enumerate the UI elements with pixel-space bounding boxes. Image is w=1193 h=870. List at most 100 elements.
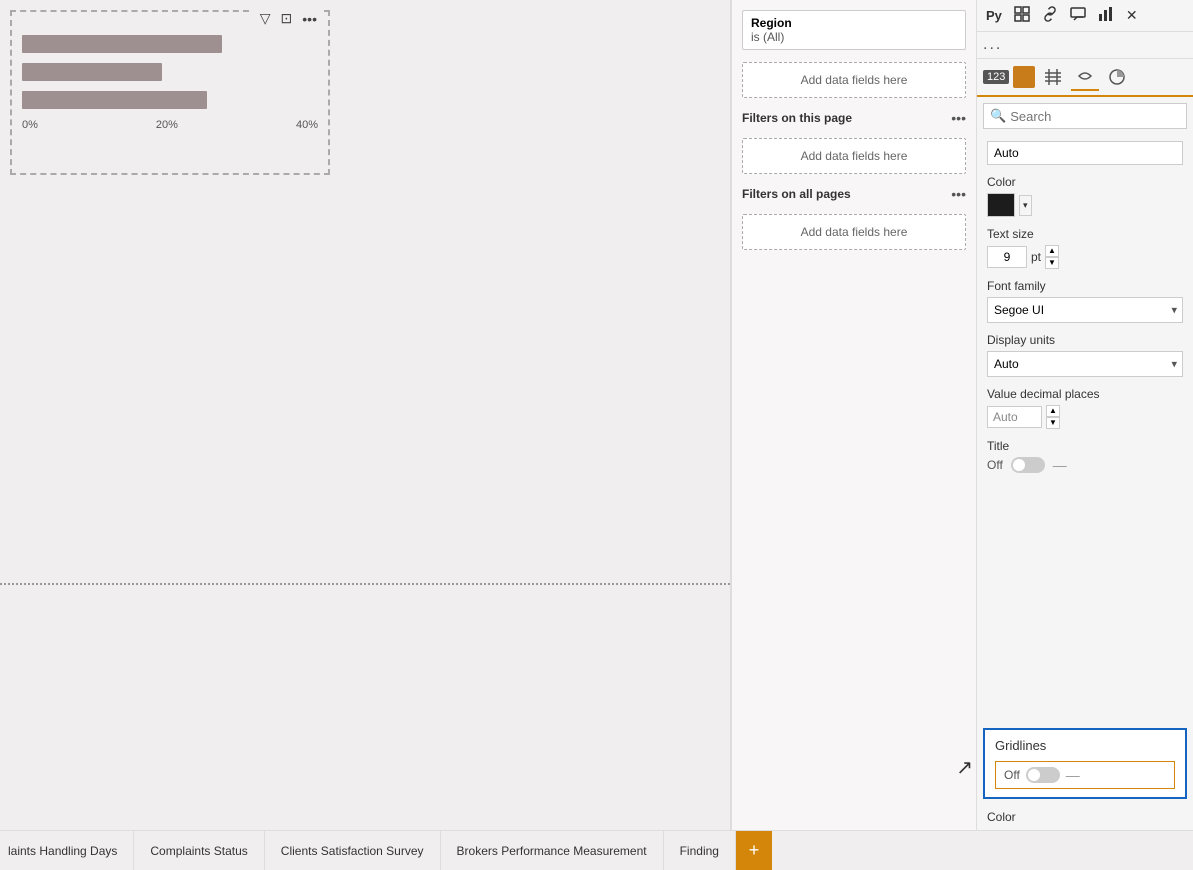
text-size-input[interactable] <box>987 246 1027 268</box>
tab-brokers-performance-label: Brokers Performance Measurement <box>457 844 647 858</box>
tab-complaints-status-label: Complaints Status <box>150 844 247 858</box>
decimal-spinner-up[interactable]: ▲ <box>1046 405 1060 417</box>
tab-clients-satisfaction-label: Clients Satisfaction Survey <box>281 844 424 858</box>
text-size-spinner: ▲ ▼ <box>1045 245 1059 269</box>
filter-icon[interactable]: ▽ <box>257 9 274 28</box>
color-selector: ▾ <box>987 193 1183 217</box>
props-content: Color ▾ Text size pt ▲ ▼ <box>977 135 1193 724</box>
display-units-prop-row: Display units Auto None Thousands Millio… <box>987 333 1183 377</box>
chart-type-icon-btn[interactable] <box>1103 63 1131 91</box>
title-prop-row: Title Off — <box>987 439 1183 473</box>
gridlines-dash: — <box>1066 767 1080 783</box>
bar-chart <box>22 27 318 117</box>
text-size-row: pt ▲ ▼ <box>987 245 1183 269</box>
color-label: Color <box>987 175 1183 189</box>
axis-labels: 0% 20% 40% <box>22 117 318 133</box>
add-data-fields-this-page[interactable]: Add data fields here <box>742 138 966 174</box>
tab-complaints-handling-label: laints Handling Days <box>8 844 117 858</box>
spinner-up[interactable]: ▲ <box>1045 245 1059 257</box>
search-input[interactable] <box>1010 109 1180 124</box>
add-data-fields-all-pages[interactable]: Add data fields here <box>742 214 966 250</box>
title-toggle-row: Off — <box>987 457 1183 473</box>
format-icon-btn[interactable] <box>1071 63 1099 91</box>
props-icon-row: 123 <box>977 59 1193 97</box>
chart-toolbar: ▽ ⊡ ••• <box>253 7 324 30</box>
table-icon[interactable] <box>1011 4 1033 27</box>
main-area: ▽ ⊡ ••• 0% 20% <box>0 0 1193 830</box>
more-options-icon[interactable]: ••• <box>299 9 320 28</box>
filters-this-page-more[interactable]: ••• <box>951 110 966 126</box>
text-size-label: Text size <box>987 227 1183 241</box>
axis-label-0: 0% <box>22 119 38 131</box>
bar-1 <box>22 35 222 53</box>
font-family-prop-row: Font family Segoe UI Arial Calibri <box>987 279 1183 323</box>
tab-clients-satisfaction[interactable]: Clients Satisfaction Survey <box>265 831 441 870</box>
display-units-select[interactable]: Auto None Thousands Millions Billions <box>987 351 1183 377</box>
text-size-prop-row: Text size pt ▲ ▼ <box>987 227 1183 269</box>
focus-mode-icon[interactable]: ⊡ <box>278 9 296 28</box>
tab-brokers-performance[interactable]: Brokers Performance Measurement <box>441 831 664 870</box>
dotted-divider <box>0 583 730 585</box>
region-filter-chip[interactable]: Region is (All) <box>742 10 966 50</box>
region-value: is (All) <box>751 30 957 44</box>
title-label: Title <box>987 439 1183 453</box>
bar-2 <box>22 63 162 81</box>
link-icon[interactable] <box>1039 4 1061 27</box>
bottom-tabs: laints Handling Days Complaints Status C… <box>0 830 1193 870</box>
color-box[interactable] <box>987 193 1015 217</box>
add-data-fields-top[interactable]: Add data fields here <box>742 62 966 98</box>
search-box[interactable]: 🔍 <box>983 103 1187 129</box>
orange-icon-btn[interactable] <box>1013 66 1035 88</box>
search-icon: 🔍 <box>990 108 1006 124</box>
properties-panel: Py ✕ ... 123 <box>976 0 1193 830</box>
decimal-spinner: ▲ ▼ <box>1046 405 1060 429</box>
spinner-down[interactable]: ▼ <box>1045 257 1059 269</box>
gridlines-toggle[interactable] <box>1026 767 1060 783</box>
num-badge: 123 <box>983 70 1009 84</box>
filters-all-pages-label: Filters on all pages <box>742 187 851 201</box>
bar-row-1 <box>22 35 318 53</box>
tab-complaints-handling[interactable]: laints Handling Days <box>0 831 134 870</box>
font-family-select[interactable]: Segoe UI Arial Calibri <box>987 297 1183 323</box>
filters-this-page-label: Filters on this page <box>742 111 852 125</box>
tab-finding[interactable]: Finding <box>664 831 736 870</box>
color-prop-row: Color ▾ <box>987 175 1183 217</box>
chart-widget: ▽ ⊡ ••• 0% 20% <box>10 10 330 175</box>
auto-input[interactable] <box>987 141 1183 165</box>
region-label: Region <box>751 16 957 30</box>
auto-prop-row <box>987 141 1183 165</box>
canvas-area: ▽ ⊡ ••• 0% 20% <box>0 0 731 830</box>
gridlines-box: Gridlines Off — <box>983 728 1187 799</box>
py-button[interactable]: Py <box>983 6 1005 25</box>
x-icon[interactable]: ✕ <box>1123 5 1141 26</box>
title-toggle-label: Off <box>987 458 1003 472</box>
props-dots-row: ... <box>977 32 1193 59</box>
bar-row-3 <box>22 91 318 109</box>
filters-this-page-section: Filters on this page ••• <box>742 110 966 126</box>
analytics-icon[interactable] <box>1095 4 1117 27</box>
decimal-input[interactable] <box>987 406 1042 428</box>
color-bottom-label: Color <box>987 810 1016 824</box>
title-toggle[interactable] <box>1011 457 1045 473</box>
filters-all-pages-section: Filters on all pages ••• <box>742 186 966 202</box>
axis-label-20: 20% <box>156 119 178 131</box>
chart-content: 0% 20% 40% <box>17 17 323 168</box>
decimal-spinner-down[interactable]: ▼ <box>1046 417 1060 429</box>
bar-3 <box>22 91 207 109</box>
color-dropdown-arrow[interactable]: ▾ <box>1019 195 1032 216</box>
gridlines-title: Gridlines <box>995 738 1175 753</box>
decimal-row: ▲ ▼ <box>987 405 1183 429</box>
filters-all-pages-more[interactable]: ••• <box>951 186 966 202</box>
axis-label-40: 40% <box>296 119 318 131</box>
props-more-dots: ... <box>983 36 1002 53</box>
bar-row-2 <box>22 63 318 81</box>
value-decimal-label: Value decimal places <box>987 387 1183 401</box>
grid-icon-btn[interactable] <box>1039 63 1067 91</box>
font-family-dropdown-wrapper: Segoe UI Arial Calibri <box>987 297 1183 323</box>
comment-icon[interactable] <box>1067 4 1089 27</box>
props-toolbar-row1: Py ✕ <box>977 0 1193 32</box>
gridlines-toggle-label: Off <box>1004 768 1020 782</box>
tab-add-button[interactable]: + <box>736 831 772 870</box>
text-size-unit: pt <box>1031 250 1041 264</box>
tab-complaints-status[interactable]: Complaints Status <box>134 831 264 870</box>
